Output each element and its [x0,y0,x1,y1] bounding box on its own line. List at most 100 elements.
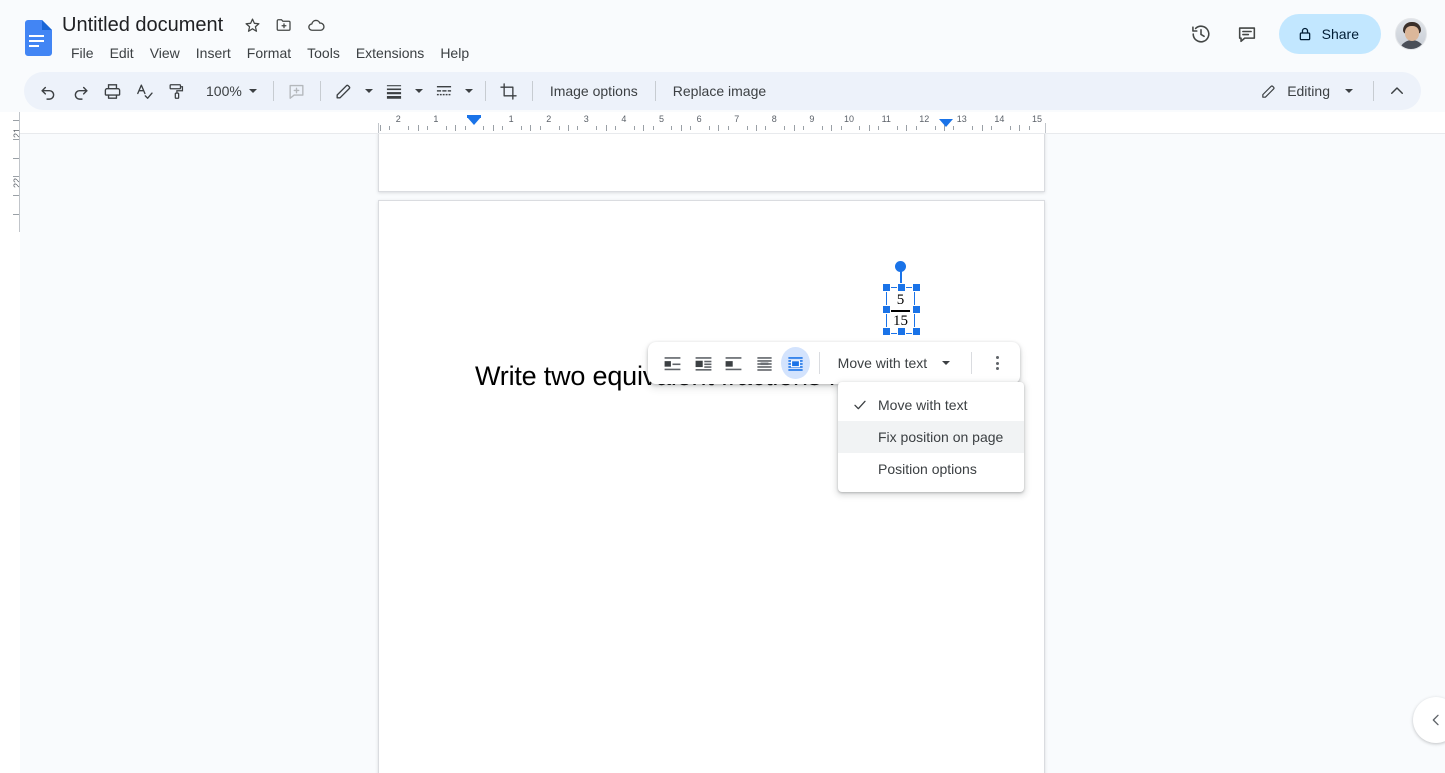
ruler-tick [605,125,607,131]
resize-handle-s[interactable] [897,327,906,336]
resize-handle-n[interactable] [897,283,906,292]
border-color-pencil-icon[interactable] [329,76,359,106]
chevron-down-icon [248,89,257,93]
replace-image-button[interactable]: Replace image [663,77,776,105]
ruler-tick [915,126,917,130]
resize-handle-se[interactable] [912,327,921,336]
ruler-tick [981,125,983,131]
right-indent-marker[interactable] [938,119,953,127]
rotation-handle[interactable] [895,261,906,272]
menu-item-label: Move with text [878,397,968,413]
document-page-previous [378,134,1045,192]
ruler-label: 12 [919,114,930,124]
in-front-of-text-button[interactable] [781,347,810,379]
first-line-indent-marker[interactable] [467,115,481,118]
resize-handle-sw[interactable] [882,327,891,336]
ruler-label: 2 [546,114,552,124]
ruler-tick [953,126,955,130]
ruler-tick [427,126,428,130]
behind-text-button[interactable] [750,347,779,379]
add-comment-icon[interactable] [282,76,312,106]
resize-handle-e[interactable] [912,305,921,314]
collapse-toolbar-button[interactable] [1382,76,1412,106]
ruler-tick [709,126,710,130]
menu-view[interactable]: View [142,41,188,65]
wrap-text-button[interactable] [689,347,718,379]
cloud-saved-icon[interactable] [303,12,329,38]
position-mode-dropdown[interactable]: Move with text [828,347,963,379]
ruler-label: 13 [956,114,967,124]
top-bar: Untitled document File Edit View Insert … [0,0,1445,70]
redo-icon[interactable] [65,76,95,106]
border-weight-icon[interactable] [379,76,409,106]
resize-handle-ne[interactable] [912,283,921,292]
image-options-button[interactable]: Image options [540,77,648,105]
break-text-button[interactable] [720,347,749,379]
ruler-tick [991,126,992,130]
ruler-tick [521,126,522,130]
star-icon[interactable] [239,12,265,38]
wrap-inline-button[interactable] [658,347,687,379]
ruler-tick [671,126,673,130]
toolbar-divider [1373,81,1374,101]
position-mode-menu: Move with text Fix position on page Posi… [838,382,1024,492]
border-color-dropdown[interactable] [361,76,377,106]
horizontal-ruler[interactable]: 2 1 1 2 3 4 5 6 7 8 9 10 11 12 13 14 15 [0,112,1445,134]
ruler-tick [483,126,485,130]
editing-mode-selector[interactable]: Editing [1248,76,1366,106]
more-options-icon[interactable] [984,348,1011,378]
move-to-folder-icon[interactable] [271,12,297,38]
ruler-tick [1009,126,1011,130]
avatar[interactable] [1395,18,1427,50]
google-docs-window: Untitled document File Edit View Insert … [0,0,1445,773]
menu-edit[interactable]: Edit [102,41,142,65]
ruler-tick [680,125,682,131]
ruler-tick [840,126,842,130]
ruler-tick [1019,125,1021,131]
ruler-tick [408,126,410,130]
menu-item-move-with-text[interactable]: Move with text [838,389,1024,421]
ruler-label: 10 [844,114,855,124]
spellcheck-icon[interactable] [129,76,159,106]
menu-help[interactable]: Help [432,41,477,65]
menu-insert[interactable]: Insert [188,41,239,65]
pencil-icon [1260,83,1277,100]
fraction-image[interactable]: 5 15 [882,261,921,336]
menu-extensions[interactable]: Extensions [348,41,432,65]
paint-format-icon[interactable] [161,76,191,106]
print-icon[interactable] [97,76,127,106]
ruler-tick [568,125,569,131]
ruler-tick [445,126,447,130]
crop-icon[interactable] [494,76,524,106]
editing-mode-label: Editing [1287,83,1330,99]
resize-handle-w[interactable] [882,305,891,314]
google-docs-icon[interactable] [22,20,52,56]
resize-handle-nw[interactable] [882,283,891,292]
ruler-tick [492,125,494,131]
left-indent-marker[interactable] [467,117,481,125]
border-weight-dropdown[interactable] [411,76,427,106]
ruler-tick [633,126,635,130]
border-dash-dropdown[interactable] [461,76,477,106]
menu-item-position-options[interactable]: Position options [838,453,1024,485]
menu-tools[interactable]: Tools [299,41,348,65]
ruler-label: 14 [994,114,1005,124]
ruler-tick [417,125,419,131]
menu-item-fix-position-on-page[interactable]: Fix position on page [838,421,1024,453]
zoom-control[interactable]: 100% [196,76,266,106]
menu-file[interactable]: File [63,41,102,65]
share-button[interactable]: Share [1278,14,1381,54]
version-history-icon[interactable] [1181,14,1221,54]
ruler-label: 2 [395,114,401,124]
page-title[interactable]: Untitled document [62,12,223,38]
position-mode-label: Move with text [837,355,928,371]
menu-format[interactable]: Format [239,41,299,65]
ruler-tick [784,126,786,130]
vertical-ruler[interactable]: 21 22 [0,112,20,773]
ruler-tick [389,126,391,130]
ruler-tick [906,125,908,131]
undo-icon[interactable] [33,76,63,106]
comment-history-icon[interactable] [1227,14,1267,54]
ruler-label: 5 [659,114,665,124]
border-dash-icon[interactable] [429,76,459,106]
